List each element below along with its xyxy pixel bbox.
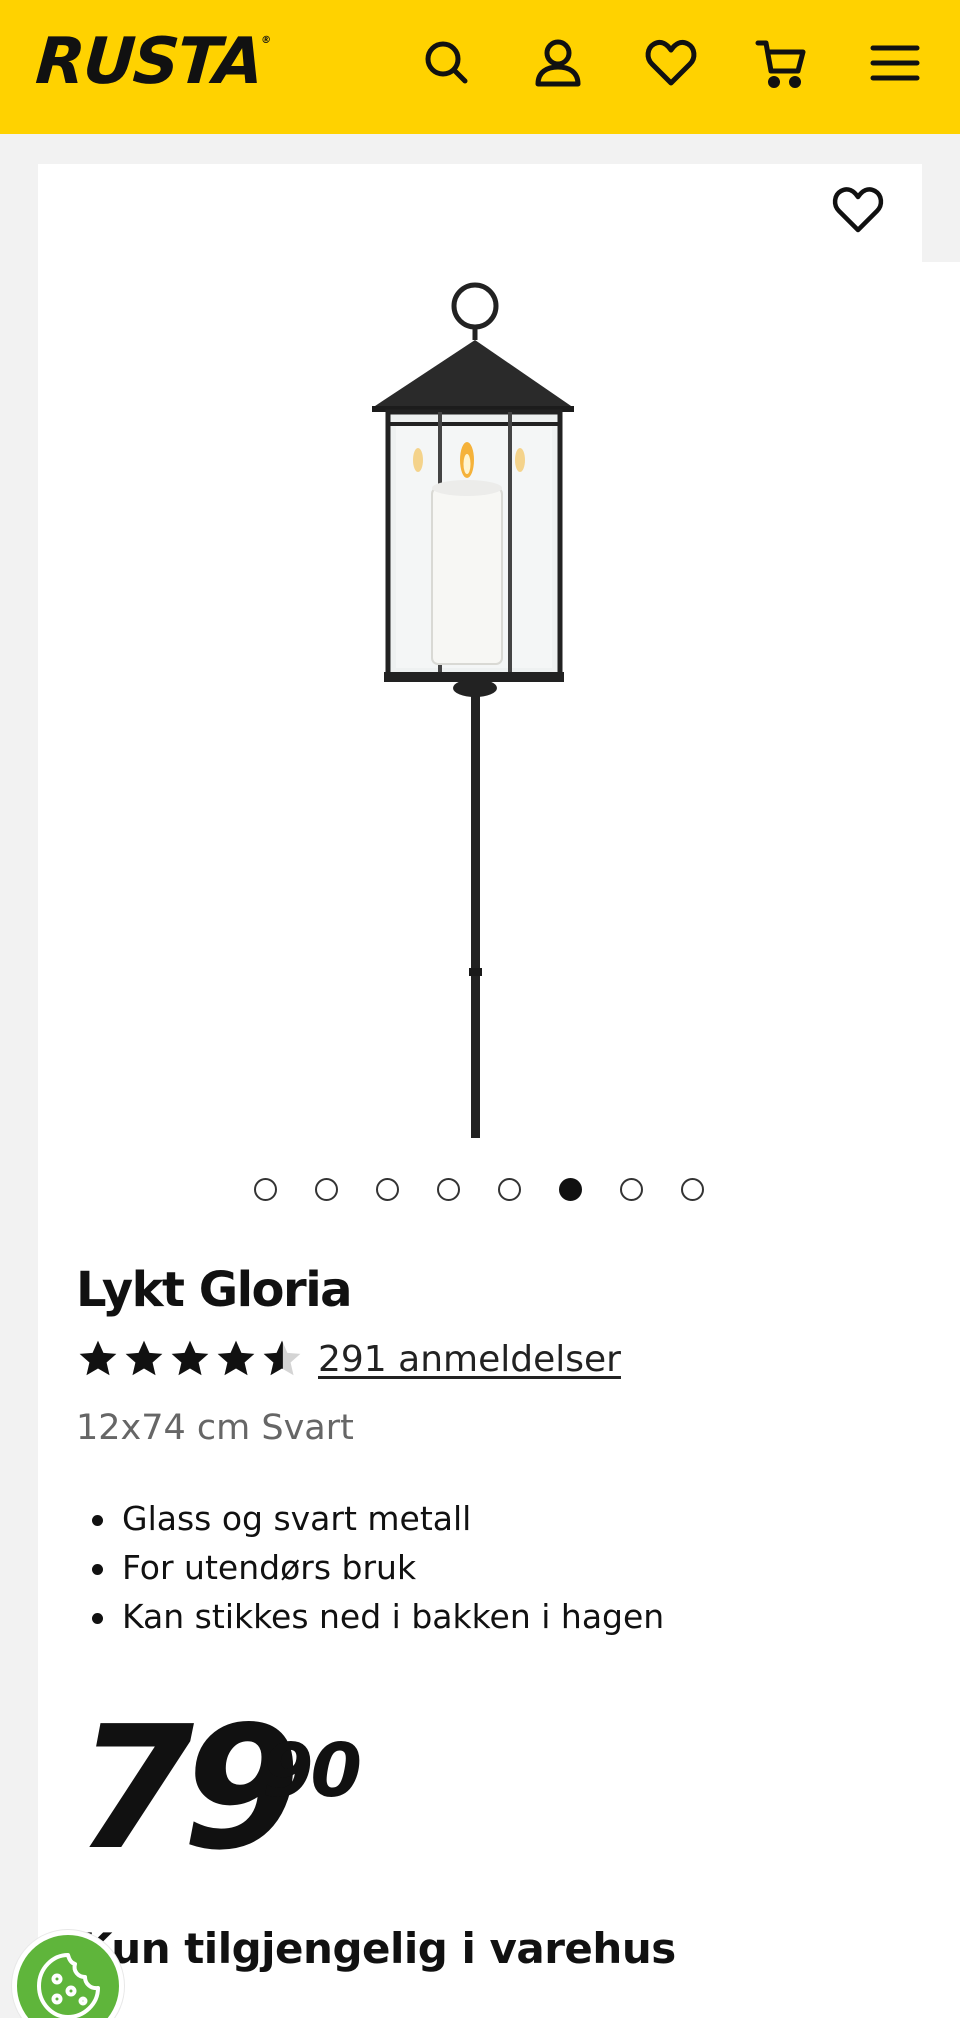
registered-mark: ® <box>260 35 272 46</box>
reviews-link[interactable]: 291 anmeldelser <box>318 1339 621 1380</box>
gallery-dot-5[interactable] <box>498 1178 521 1201</box>
search-icon <box>425 41 468 84</box>
heart-icon <box>645 39 697 86</box>
star-icon <box>79 1340 117 1376</box>
card-edge <box>922 262 960 2018</box>
star-icon <box>171 1340 209 1376</box>
cart-button[interactable] <box>751 32 813 94</box>
product-rating: 291 anmeldelser <box>76 1338 621 1380</box>
gallery-dot-8[interactable] <box>681 1178 704 1201</box>
product-title: Lykt Gloria <box>76 1262 353 1318</box>
star-icon <box>217 1340 255 1376</box>
account-button[interactable] <box>527 32 589 94</box>
product-variant: 12x74 cm Svart <box>76 1408 354 1448</box>
search-button[interactable] <box>416 32 478 94</box>
account-icon <box>535 39 581 87</box>
add-to-wishlist-button[interactable] <box>824 176 892 244</box>
menu-button[interactable] <box>864 32 926 94</box>
star-rating <box>76 1338 304 1380</box>
availability-text: Kun tilgjengelig i varehus <box>80 1924 676 1973</box>
product-price: 79 90 <box>76 1704 362 1874</box>
feature-item: For utendørs bruk <box>90 1543 664 1592</box>
gallery-dot-3[interactable] <box>376 1178 399 1201</box>
half-star-icon <box>263 1340 301 1376</box>
cart-icon <box>755 40 806 88</box>
feature-item: Kan stikkes ned i bakken i hagen <box>90 1592 664 1641</box>
menu-icon <box>870 45 920 81</box>
product-features: Glass og svart metall For utendørs bruk … <box>90 1494 664 1641</box>
cookie-icon <box>37 1953 100 2018</box>
rusta-logo[interactable]: RUSTA ® <box>33 25 271 99</box>
brand-name: RUSTA <box>33 25 265 99</box>
site-header: RUSTA ® <box>0 0 960 134</box>
gallery-dot-4[interactable] <box>437 1178 460 1201</box>
feature-item: Glass og svart metall <box>90 1494 664 1543</box>
gallery-dot-1[interactable] <box>254 1178 277 1201</box>
gallery-pagination <box>254 1178 704 1201</box>
gallery-dot-2[interactable] <box>315 1178 338 1201</box>
wishlist-button[interactable] <box>640 32 702 94</box>
gallery-dot-6-active[interactable] <box>559 1178 582 1201</box>
price-main: 79 <box>76 1690 301 1888</box>
heart-icon <box>832 187 884 233</box>
gallery-dot-7[interactable] <box>620 1178 643 1201</box>
price-decimals: 90 <box>262 1728 362 1814</box>
star-icon <box>125 1340 163 1376</box>
product-image-lantern[interactable] <box>340 278 600 1138</box>
